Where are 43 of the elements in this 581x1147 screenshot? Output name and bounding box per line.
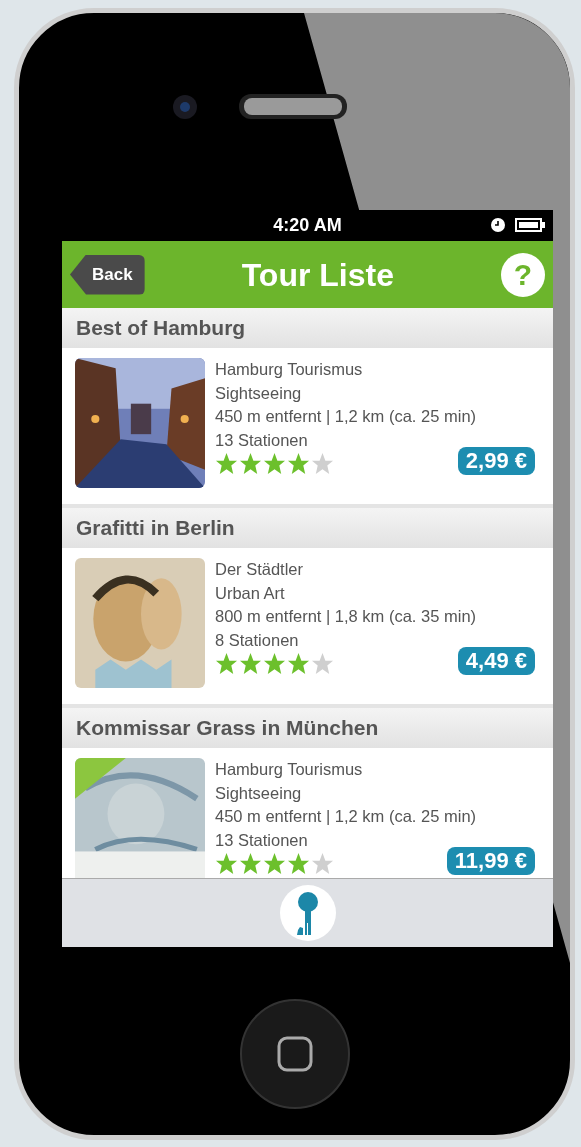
star-icon [287, 852, 310, 875]
tour-distance: 800 m entfernt | 1,8 km (ca. 35 min) [215, 606, 477, 627]
battery-icon [515, 218, 545, 232]
back-button[interactable]: Back [70, 254, 145, 295]
star-icon [239, 452, 262, 475]
tour-author: Hamburg Tourismus [215, 759, 363, 780]
price-badge[interactable]: 2,99 € [457, 446, 535, 475]
star-icon [215, 452, 238, 475]
tour-stations: 8 Stationen [215, 629, 299, 651]
home-button[interactable] [239, 999, 350, 1109]
price-badge[interactable]: 4,49 € [457, 646, 535, 675]
tour-author: Hamburg Tourismus [215, 359, 363, 380]
star-icon [287, 652, 310, 675]
tour-category: Sightseeing [215, 782, 302, 804]
star-icon [239, 652, 262, 675]
star-icon [263, 852, 286, 875]
star-icon [263, 452, 286, 475]
price-badge[interactable]: 11,99 € [446, 846, 535, 875]
tour-title: Best of Hamburg [76, 315, 246, 342]
star-icon [239, 852, 262, 875]
star-icon [311, 452, 334, 475]
star-icon [311, 652, 334, 675]
star-icon [215, 852, 238, 875]
tour-stations: 13 Stationen [215, 429, 308, 451]
star-icon [287, 452, 310, 475]
star-icon [215, 652, 238, 675]
tour-author: Der Städtler [215, 559, 304, 580]
star-icon [311, 852, 334, 875]
status-time: 4:20 AM [273, 214, 342, 237]
clock-icon [491, 218, 505, 232]
star-icon [263, 652, 286, 675]
tour-distance: 450 m entfernt | 1,2 km (ca. 25 min) [215, 406, 477, 427]
tour-title: Grafitti in Berlin [76, 515, 235, 542]
screen-title: Tour Liste [241, 255, 394, 295]
tour-row[interactable]: Der Städtler Urban Art 800 m entfernt | 1,8 km (ca. 35 min) 8 Stationen 4,49 € [62, 548, 553, 704]
tour-category: Urban Art [215, 582, 285, 604]
tour-distance: 450 m entfernt | 1,2 km (ca. 25 min) [215, 806, 477, 827]
tour-category: Sightseeing [215, 382, 302, 404]
tour-stations: 13 Stationen [215, 829, 308, 851]
tour-title: Kommissar Grass in München [76, 715, 379, 742]
person-icon[interactable] [279, 885, 336, 941]
tour-row[interactable]: Hamburg Tourismus Sightseeing 450 m entfernt | 1,2 km (ca. 25 min) 13 Stationen 2,99 € [62, 348, 553, 504]
camera-icon [171, 93, 198, 120]
